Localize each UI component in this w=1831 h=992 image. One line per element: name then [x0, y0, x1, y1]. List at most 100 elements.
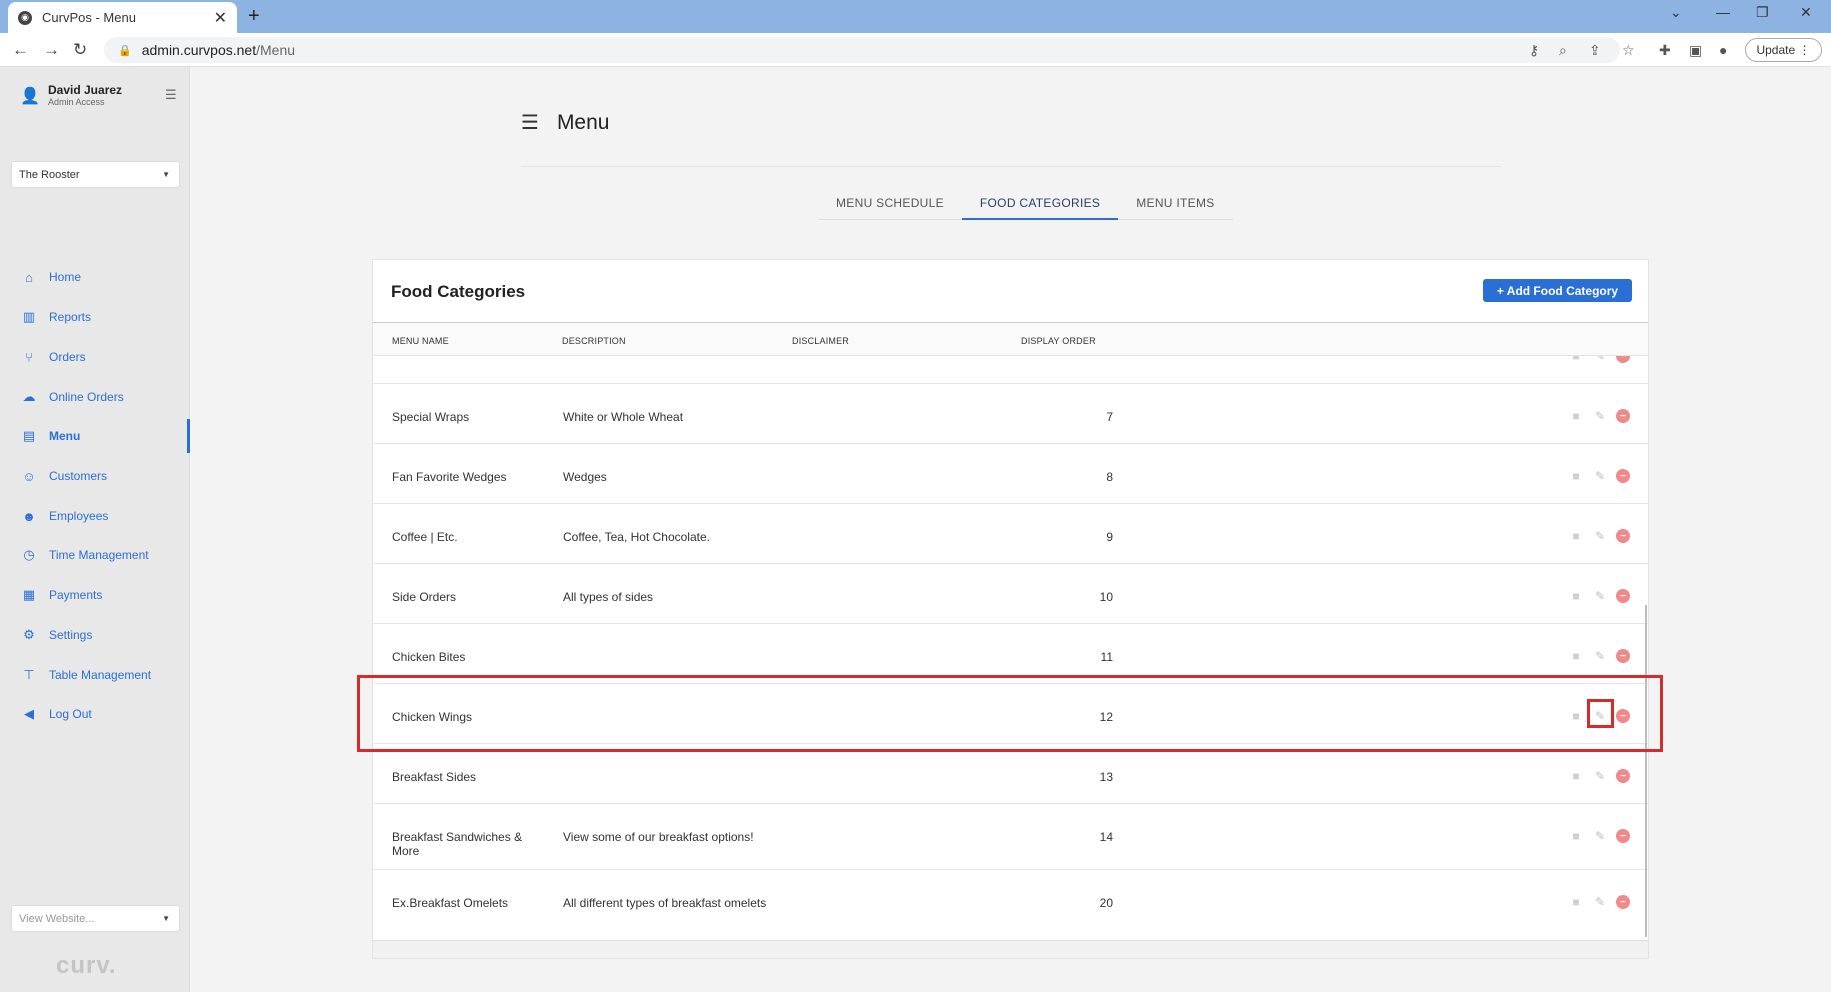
- back-icon[interactable]: ←: [12, 40, 29, 60]
- edit-icon[interactable]: ✎: [1592, 828, 1608, 844]
- table-row[interactable]: Special Wraps White or Whole Wheat 7 ■ ✎…: [373, 384, 1648, 444]
- table-body[interactable]: ■ ✎ − Special Wraps White or Whole Wheat…: [373, 356, 1648, 943]
- table-row[interactable]: Breakfast Sides 13 ■ ✎ −: [373, 744, 1648, 804]
- sidebar-item-label: Table Management: [49, 668, 152, 682]
- sidebar-item-customers[interactable]: ☺ Customers: [0, 459, 190, 493]
- tab-menu-items[interactable]: MENU ITEMS: [1118, 190, 1232, 220]
- url-input[interactable]: 🔒 admin.curvpos.net/Menu: [104, 37, 1620, 63]
- sidebar-item-online-orders[interactable]: ☁ Online Orders: [0, 380, 190, 414]
- forward-icon[interactable]: →: [43, 40, 60, 60]
- table-row[interactable]: ■ ✎ −: [373, 356, 1648, 384]
- delete-icon[interactable]: −: [1616, 356, 1630, 363]
- table-row[interactable]: Side Orders All types of sides 10 ■ ✎ −: [373, 564, 1648, 624]
- sidebar-item-label: Orders: [49, 350, 86, 364]
- edit-icon[interactable]: ✎: [1592, 356, 1608, 364]
- sidebar-item-home[interactable]: ⌂ Home: [0, 260, 190, 294]
- address-bar: ← → ↻ 🔒 admin.curvpos.net/Menu ⚷ ⌕ ⇪ ☆ ✚…: [0, 33, 1831, 67]
- table-row[interactable]: Breakfast Sandwiches & More View some of…: [373, 804, 1648, 870]
- sidebar-item-label: Log Out: [49, 707, 92, 721]
- column-header-description[interactable]: DESCRIPTION: [562, 336, 626, 346]
- minimize-icon[interactable]: —: [1716, 4, 1730, 20]
- copy-icon[interactable]: ■: [1568, 408, 1584, 424]
- close-icon[interactable]: ✕: [214, 8, 227, 28]
- edit-icon[interactable]: ✎: [1592, 708, 1608, 724]
- table-row[interactable]: Coffee | Etc. Coffee, Tea, Hot Chocolate…: [373, 504, 1648, 564]
- copy-icon[interactable]: ■: [1568, 356, 1584, 364]
- window-close-icon[interactable]: ✕: [1800, 4, 1812, 21]
- update-button[interactable]: Update ⋮: [1745, 38, 1822, 62]
- delete-icon[interactable]: −: [1616, 529, 1630, 543]
- edit-icon[interactable]: ✎: [1592, 528, 1608, 544]
- share-icon[interactable]: ⇪: [1589, 42, 1601, 59]
- new-tab-icon[interactable]: +: [248, 5, 260, 28]
- table-row[interactable]: Chicken Wings 12 ■ ✎ −: [373, 684, 1648, 744]
- scrollbar[interactable]: [1645, 605, 1647, 937]
- sidebar-item-employees[interactable]: ☻ Employees: [0, 499, 190, 533]
- view-website-select[interactable]: View Website... ▼: [11, 905, 180, 932]
- cell-display-order: 8: [1106, 470, 1113, 484]
- edit-icon[interactable]: ✎: [1592, 768, 1608, 784]
- edit-icon[interactable]: ✎: [1592, 408, 1608, 424]
- chevron-down-icon[interactable]: ⌄: [1670, 4, 1682, 21]
- sidebar-item-reports[interactable]: ▥ Reports: [0, 300, 190, 334]
- copy-icon[interactable]: ■: [1568, 648, 1584, 664]
- clock-icon: ◷: [23, 547, 35, 562]
- restore-icon[interactable]: ❐: [1756, 4, 1769, 21]
- profile-icon[interactable]: ●: [1719, 42, 1727, 58]
- cell-display-order: 7: [1106, 410, 1113, 424]
- user-name: David Juarez: [48, 83, 123, 97]
- key-icon[interactable]: ⚷: [1529, 42, 1539, 59]
- copy-icon[interactable]: ■: [1568, 708, 1584, 724]
- sidebar-item-settings[interactable]: ⚙ Settings: [0, 618, 190, 652]
- delete-icon[interactable]: −: [1616, 409, 1630, 423]
- sidepanel-icon[interactable]: ▣: [1689, 42, 1702, 59]
- copy-icon[interactable]: ■: [1568, 588, 1584, 604]
- column-header-disclaimer[interactable]: DISCLAIMER: [792, 336, 849, 346]
- caret-down-icon: ▼: [162, 914, 170, 923]
- tab-food-categories[interactable]: FOOD CATEGORIES: [961, 190, 1119, 220]
- table-row[interactable]: Fan Favorite Wedges Wedges 8 ■ ✎ −: [373, 444, 1648, 504]
- copy-icon[interactable]: ■: [1568, 828, 1584, 844]
- edit-icon[interactable]: ✎: [1592, 648, 1608, 664]
- filter-icon[interactable]: ☰: [165, 87, 177, 103]
- reload-icon[interactable]: ↻: [73, 40, 87, 60]
- table-row[interactable]: Ex.Breakfast Omelets All different types…: [373, 870, 1648, 936]
- browser-tab[interactable]: ◉ CurvPos - Menu ✕: [8, 2, 237, 33]
- copy-icon[interactable]: ■: [1568, 768, 1584, 784]
- add-food-category-button[interactable]: + Add Food Category: [1483, 279, 1632, 302]
- delete-icon[interactable]: −: [1616, 589, 1630, 603]
- utensils-icon: ⑂: [25, 349, 33, 365]
- extensions-icon[interactable]: ✚: [1659, 42, 1671, 59]
- edit-icon[interactable]: ✎: [1592, 468, 1608, 484]
- cell-menu-name: Coffee | Etc.: [392, 530, 458, 544]
- column-header-display-order[interactable]: DISPLAY ORDER: [1021, 336, 1096, 346]
- cell-display-order: 12: [1099, 710, 1113, 724]
- zoom-icon[interactable]: ⌕: [1559, 42, 1567, 59]
- copy-icon[interactable]: ■: [1568, 528, 1584, 544]
- delete-icon[interactable]: −: [1616, 829, 1630, 843]
- edit-icon[interactable]: ✎: [1592, 894, 1608, 910]
- card-title: Food Categories: [391, 282, 526, 301]
- url-path: /Menu: [256, 42, 296, 58]
- sidebar-item-payments[interactable]: ▦ Payments: [0, 578, 190, 612]
- column-header-menu-name[interactable]: MENU NAME: [392, 336, 449, 346]
- hamburger-icon[interactable]: ☰: [521, 110, 539, 135]
- edit-icon[interactable]: ✎: [1592, 588, 1608, 604]
- delete-icon[interactable]: −: [1616, 469, 1630, 483]
- store-select[interactable]: The Rooster ▼: [11, 161, 180, 188]
- sidebar-item-time-management[interactable]: ◷ Time Management: [0, 538, 190, 572]
- sidebar-item-menu[interactable]: ▤ Menu: [0, 419, 190, 453]
- delete-icon[interactable]: −: [1616, 895, 1630, 909]
- table-row[interactable]: Chicken Bites 11 ■ ✎ −: [373, 624, 1648, 684]
- delete-icon[interactable]: −: [1616, 709, 1630, 723]
- star-icon[interactable]: ☆: [1622, 42, 1635, 59]
- delete-icon[interactable]: −: [1616, 769, 1630, 783]
- sidebar-item-table-management[interactable]: ⊤ Table Management: [0, 658, 190, 692]
- sidebar-item-log-out[interactable]: ◀ Log Out: [0, 697, 190, 731]
- copy-icon[interactable]: ■: [1568, 894, 1584, 910]
- tab-menu-schedule[interactable]: MENU SCHEDULE: [818, 190, 962, 220]
- delete-icon[interactable]: −: [1616, 649, 1630, 663]
- sidebar-item-orders[interactable]: ⑂ Orders: [0, 340, 190, 374]
- copy-icon[interactable]: ■: [1568, 468, 1584, 484]
- globe-icon: ◉: [18, 10, 32, 25]
